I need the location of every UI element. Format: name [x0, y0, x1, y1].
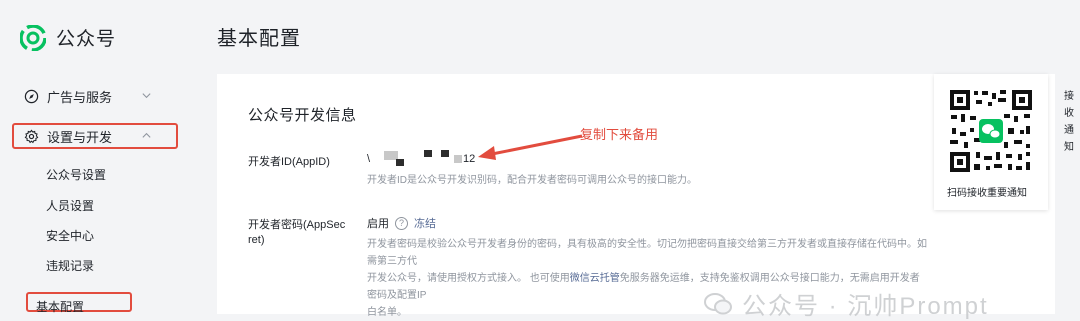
watermark-text: 公众号 · 沉帅Prompt	[742, 293, 989, 320]
secret-label-line1: 开发者密码(AppSec	[248, 219, 346, 231]
appid-suffix[interactable]: 12	[463, 153, 475, 165]
annotation-text: 复制下来备用	[580, 127, 659, 142]
sidebar-item-settings-dev[interactable]: 设置与开发	[14, 123, 178, 149]
appid-redaction	[424, 150, 432, 157]
appid-redaction	[454, 155, 462, 163]
appid-hint: 开发者ID是公众号开发识别码，配合开发者密码可调用公众号的接口能力。	[367, 175, 697, 186]
secret-status: 启用	[367, 218, 389, 230]
appid-label: 开发者ID(AppID)	[248, 156, 330, 168]
sidebar-subitem-account-settings[interactable]: 公众号设置	[46, 166, 106, 183]
wechat-cloud-hosting-link[interactable]: 微信云托管	[570, 273, 620, 284]
appid-prefix[interactable]: \	[367, 153, 370, 165]
app-logo[interactable]: 公众号	[20, 24, 116, 51]
secret-hint-text: 开发公众号，请使用授权方式接入。 也可使用	[367, 273, 570, 284]
annotation-arrow-icon	[478, 134, 583, 160]
qr-caption: 扫码接收重要通知	[947, 188, 1027, 199]
sidebar-item-label: 广告与服务	[47, 89, 113, 105]
qr-code-icon[interactable]	[948, 88, 1034, 174]
gear-icon	[24, 129, 39, 143]
secret-hint-line1: 开发者密码是校验公众号开发者身份的密码，具有极高的安全性。切记勿把密码直接交给第…	[367, 239, 927, 267]
appid-redaction	[441, 150, 449, 157]
page-title: 基本配置	[217, 28, 301, 50]
wechat-official-logo-icon	[20, 24, 46, 51]
sidebar-item-label: 设置与开发	[47, 129, 113, 145]
section-title: 公众号开发信息	[248, 107, 357, 124]
notification-side-label: 接收通知	[1064, 91, 1074, 153]
watermark: 公众号 · 沉帅Prompt	[704, 286, 989, 321]
sidebar-subitem-violation-records[interactable]: 违规记录	[46, 257, 94, 274]
appid-redaction	[396, 159, 404, 166]
help-icon[interactable]: ?	[395, 216, 408, 230]
sidebar-item-ads-services[interactable]: 广告与服务	[14, 83, 178, 109]
compass-icon	[24, 89, 39, 103]
sidebar-subitem-security-center[interactable]: 安全中心	[46, 227, 94, 244]
sidebar: 公众号 广告与服务 设置与开发 公众号设置 人员设置 安全中心 违规记录 基本配…	[0, 0, 192, 314]
secret-status-row: 启用 ? 冻结	[367, 215, 436, 231]
sidebar-subitem-personnel-settings[interactable]: 人员设置	[46, 197, 94, 214]
freeze-link[interactable]: 冻结	[414, 215, 436, 231]
app-name: 公众号	[56, 29, 117, 50]
secret-label-line2: ret)	[248, 234, 265, 246]
chevron-up-icon	[142, 132, 151, 138]
chevron-down-icon	[142, 93, 151, 99]
wechat-watermark-icon	[704, 292, 732, 314]
